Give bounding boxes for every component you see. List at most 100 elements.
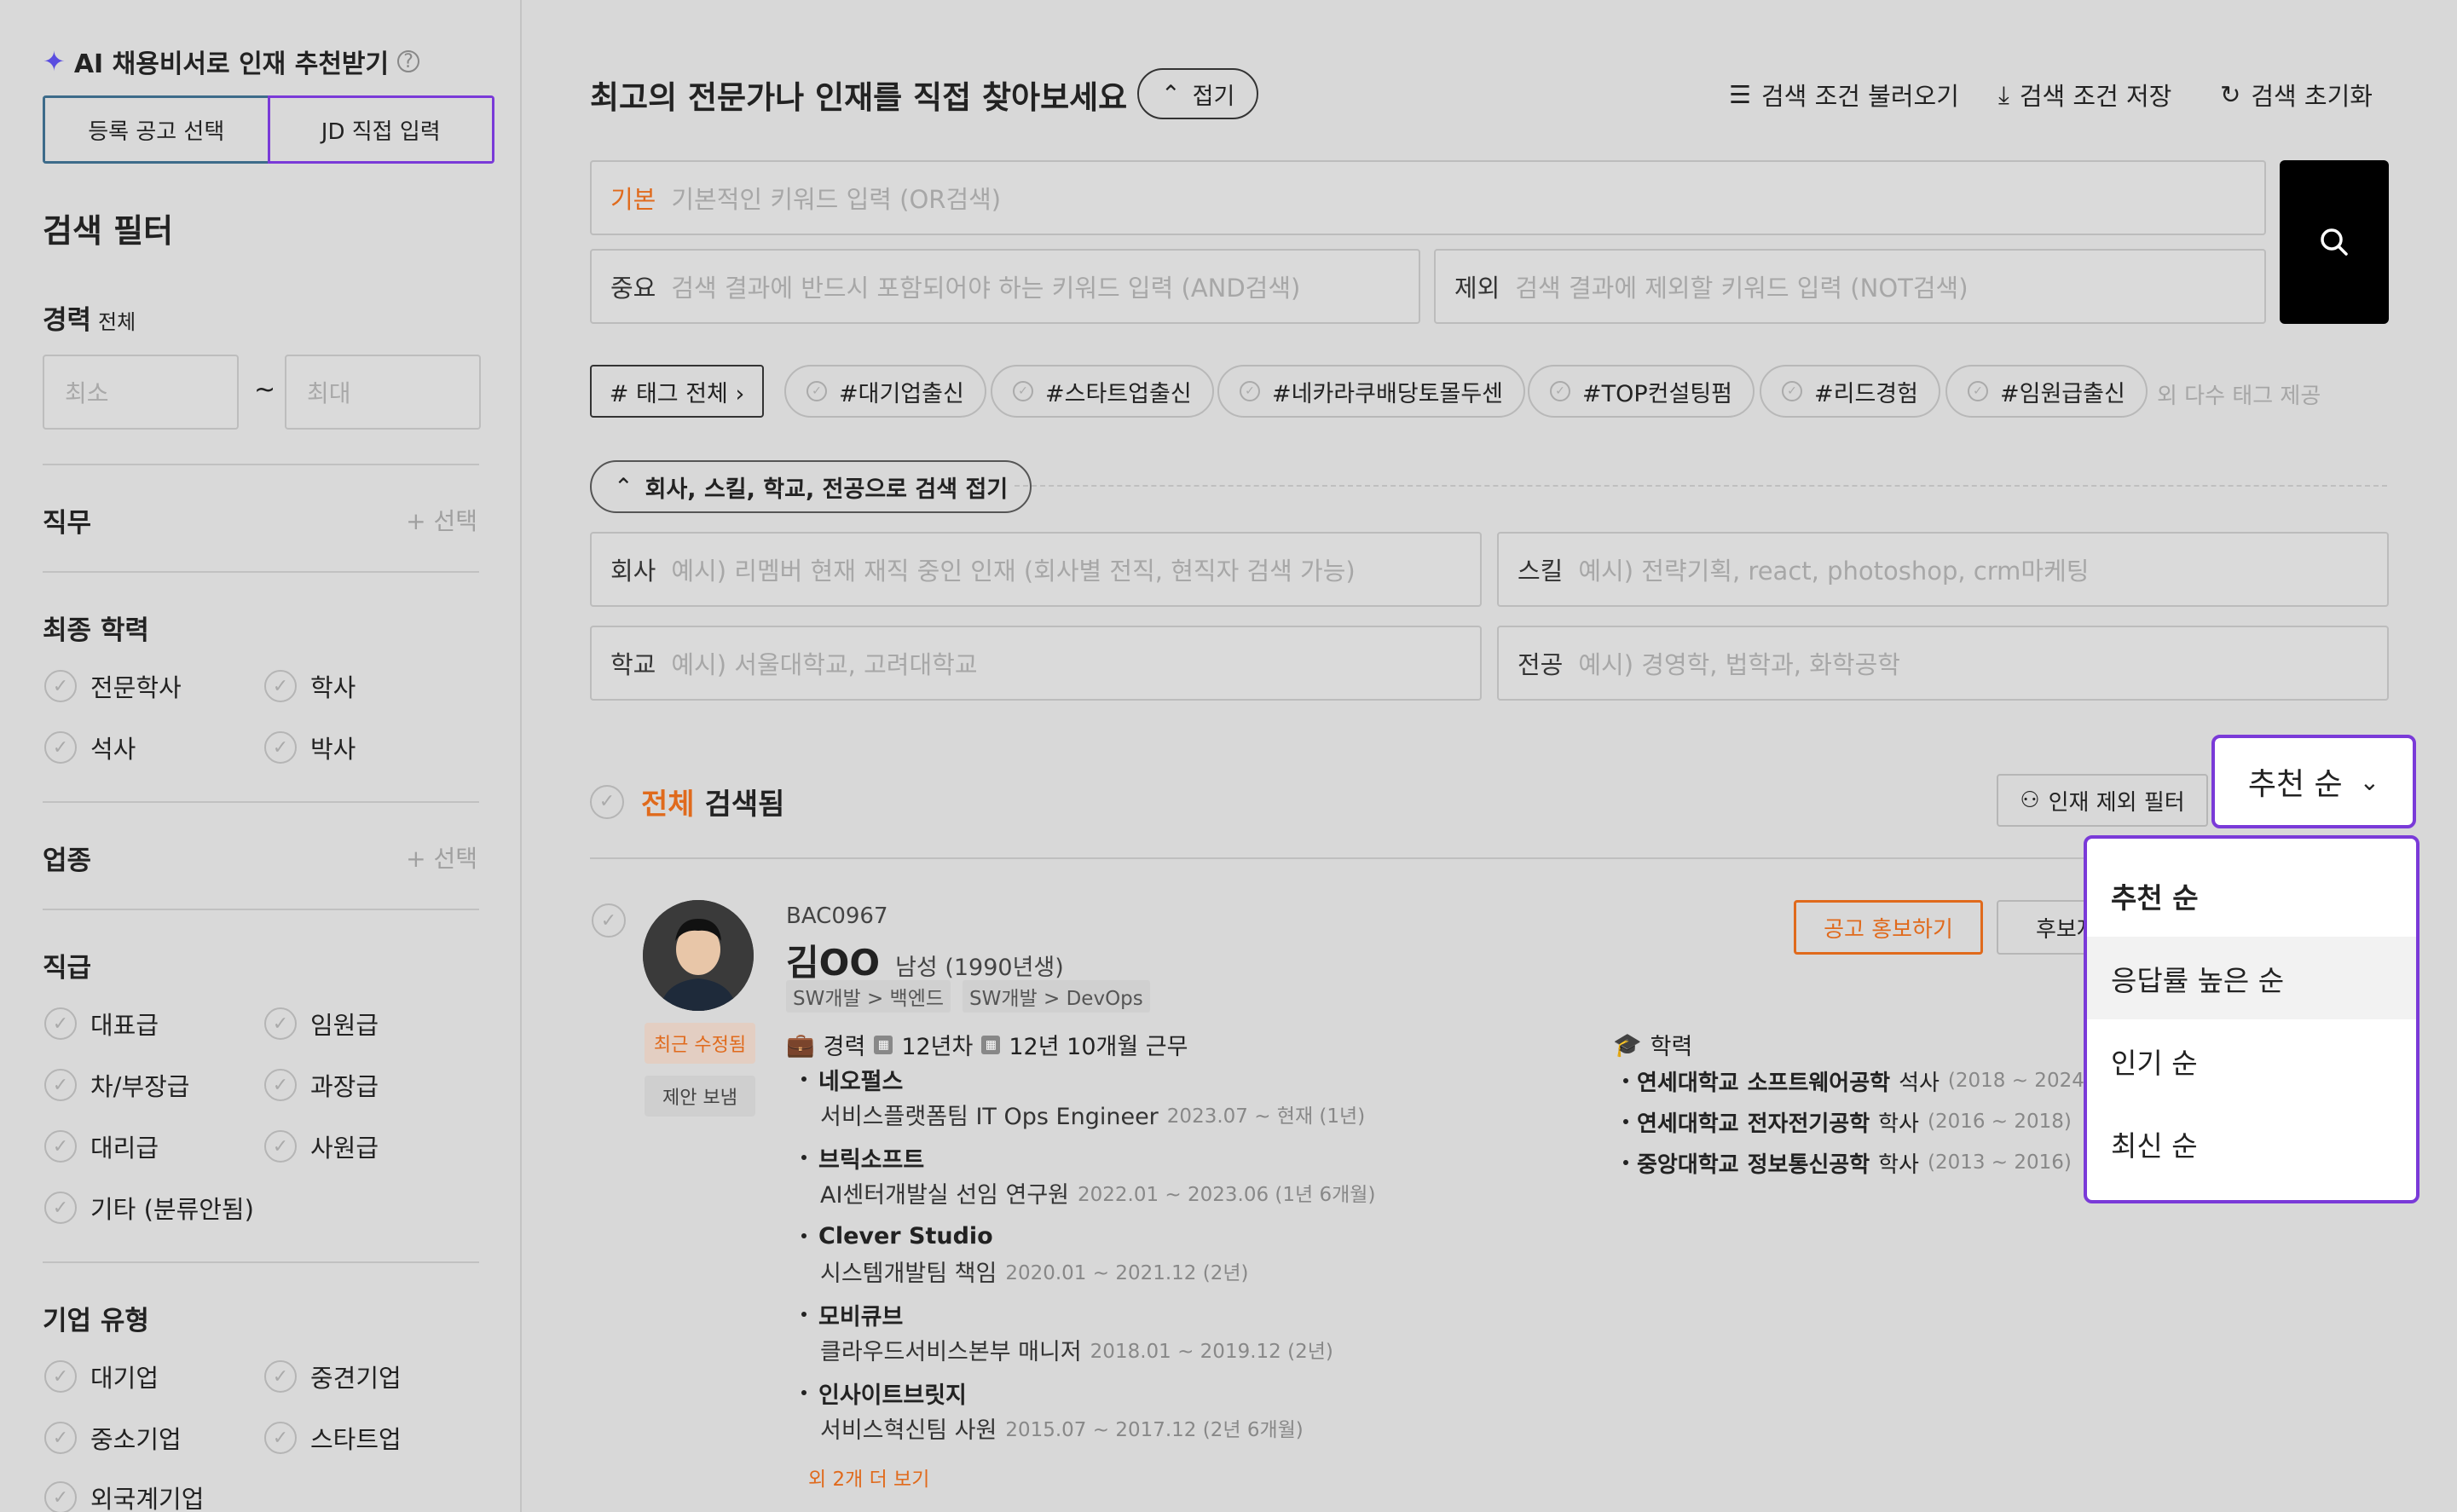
company-type-checkbox[interactable]: ✓ 외국계기업 bbox=[44, 1480, 204, 1512]
check-circle-icon: ✓ bbox=[44, 1360, 77, 1393]
check-circle-icon: ✓ bbox=[44, 731, 77, 764]
fold-button[interactable]: ⌃ 접기 bbox=[1137, 68, 1259, 119]
sort-option-response-rate[interactable]: 응답률 높은 순 bbox=[2087, 937, 2416, 1019]
sidebar: ✦ AI 채용비서로 인재 추천받기 ? 등록 공고 선택 JD 직접 입력 검… bbox=[0, 0, 522, 1512]
download-icon: ⤓ bbox=[1998, 79, 2009, 109]
education-item: 연세대학교 소프트웨어공학 석사 (2018 ~ 2024) bbox=[1623, 1060, 2101, 1101]
divider bbox=[43, 909, 479, 910]
search-button[interactable] bbox=[2280, 160, 2389, 324]
school-search-input[interactable]: 학교 예시) 서울대학교, 고려대학교 bbox=[590, 626, 1482, 701]
offer-sent-badge: 제안 보냄 bbox=[645, 1076, 755, 1117]
basic-search-input[interactable]: 기본 기본적인 키워드 입력 (OR검색) bbox=[590, 160, 2266, 235]
range-separator: ~ bbox=[254, 375, 276, 405]
tag-all-button[interactable]: # 태그 전체 › bbox=[590, 365, 764, 418]
industry-add-button[interactable]: + 선택 bbox=[406, 840, 477, 874]
tag-chip[interactable]: ✓ #네카라쿠배당토몰두센 bbox=[1217, 365, 1526, 418]
check-circle-icon: ✓ bbox=[44, 1069, 77, 1101]
check-circle-icon: ✓ bbox=[44, 670, 77, 702]
reset-search-button[interactable]: ↻ 검색 초기화 bbox=[2220, 77, 2373, 113]
refresh-icon: ↻ bbox=[2220, 80, 2241, 109]
help-icon[interactable]: ? bbox=[397, 50, 420, 72]
search-icon bbox=[2321, 228, 2348, 256]
check-circle-icon: ✓ bbox=[264, 1360, 297, 1393]
sort-option-recommended[interactable]: 추천 순 bbox=[2087, 854, 2416, 937]
candidate-action-button[interactable]: 후보자 bbox=[1997, 900, 2090, 955]
important-search-input[interactable]: 중요 검색 결과에 반드시 포함되어야 하는 키워드 입력 (AND검색) bbox=[590, 249, 1420, 324]
rank-checkbox[interactable]: ✓ 임원급 bbox=[264, 1006, 379, 1042]
ai-recommend-title[interactable]: ✦ AI 채용비서로 인재 추천받기 ? bbox=[43, 43, 420, 80]
rank-checkbox[interactable]: ✓ 사원급 bbox=[264, 1128, 379, 1164]
recent-updated-badge: 최근 수정됨 bbox=[645, 1023, 755, 1064]
rank-checkbox[interactable]: ✓ 차/부장급 bbox=[44, 1067, 190, 1103]
avatar bbox=[643, 900, 754, 1011]
more-tags-text: 외 다수 태그 제공 bbox=[2157, 384, 2321, 409]
sort-dropdown-menu: 추천 순 응답률 높은 순 인기 순 최신 순 bbox=[2084, 835, 2419, 1203]
check-circle-icon: ✓ bbox=[1782, 381, 1802, 401]
divider bbox=[43, 801, 479, 803]
sort-option-latest[interactable]: 최신 순 bbox=[2087, 1102, 2416, 1185]
company-search-input[interactable]: 회사 예시) 리멤버 현재 재직 중인 인재 (회사별 전직, 현직자 검색 가… bbox=[590, 532, 1482, 607]
rank-checkbox[interactable]: ✓ 과장급 bbox=[264, 1067, 379, 1103]
company-type-checkbox[interactable]: ✓ 중소기업 bbox=[44, 1420, 182, 1456]
job-add-button[interactable]: + 선택 bbox=[406, 503, 477, 537]
more-career-link[interactable]: 외 2개 더 보기 bbox=[808, 1463, 929, 1492]
edu-checkbox[interactable]: ✓ 박사 bbox=[264, 730, 356, 765]
divider bbox=[43, 1261, 479, 1263]
tag-chip[interactable]: ✓ #TOP컨설팅펌 bbox=[1528, 365, 1755, 418]
rank-checkbox[interactable]: ✓ 기타 (분류안됨) bbox=[44, 1190, 254, 1226]
tag-chip[interactable]: ✓ #리드경험 bbox=[1760, 365, 1940, 418]
check-circle-icon: ✓ bbox=[806, 381, 827, 401]
candidate-name[interactable]: 김OO 남성 (1990년생) bbox=[786, 934, 1064, 986]
career-item: Clever Studio 시스템개발팀 책임 2020.01 ~ 2021.12… bbox=[801, 1219, 1500, 1289]
career-item: 브릭소프트 AI센터개발실 선임 연구원 2022.01 ~ 2023.06 (1… bbox=[801, 1140, 1500, 1210]
select-posting-button[interactable]: 등록 공고 선택 bbox=[43, 95, 268, 164]
skill-search-input[interactable]: 스킬 예시) 전략기획, react, photoshop, crm마케팅 bbox=[1497, 532, 2389, 607]
check-circle-icon: ✓ bbox=[1240, 381, 1260, 401]
career-label: 경력 전체 bbox=[43, 305, 136, 336]
edu-checkbox[interactable]: ✓ 학사 bbox=[264, 668, 356, 704]
rank-checkbox[interactable]: ✓ 대리급 bbox=[44, 1128, 159, 1164]
company-type-checkbox[interactable]: ✓ 중견기업 bbox=[264, 1359, 402, 1394]
tag-chip[interactable]: ✓ #임원급출신 bbox=[1945, 365, 2148, 418]
job-label: 직무 bbox=[43, 508, 92, 539]
tag-chip[interactable]: ✓ #스타트업출신 bbox=[991, 365, 1214, 418]
load-conditions-button[interactable]: ☰ 검색 조건 불러오기 bbox=[1729, 77, 1959, 113]
career-min-input[interactable]: 최소 bbox=[43, 355, 239, 430]
check-circle-icon: ✓ bbox=[1550, 381, 1570, 401]
company-type-checkbox[interactable]: ✓ 스타트업 bbox=[264, 1420, 402, 1456]
check-circle-icon: ✓ bbox=[44, 1007, 77, 1040]
list-icon: ☰ bbox=[1729, 80, 1751, 109]
rank-checkbox[interactable]: ✓ 대표급 bbox=[44, 1006, 159, 1042]
education-header: 🎓 학력 bbox=[1613, 1031, 1693, 1061]
page-title: 최고의 전문가나 인재를 직접 찾아보세요 bbox=[590, 79, 1128, 116]
candidate-jobs: SW개발 > 백엔드 SW개발 > DevOps bbox=[786, 980, 1150, 1013]
tag-chip[interactable]: ✓ #대기업출신 bbox=[784, 365, 986, 418]
career-item: 네오펄스 서비스플랫폼팀 IT Ops Engineer 2023.07 ~ 현재… bbox=[801, 1062, 1500, 1132]
career-max-input[interactable]: 최대 bbox=[285, 355, 481, 430]
sort-dropdown-button[interactable]: 추천 순 ⌄ bbox=[2211, 735, 2416, 828]
exclude-search-input[interactable]: 제외 검색 결과에 제외할 키워드 입력 (NOT검색) bbox=[1434, 249, 2266, 324]
exclude-filter-button[interactable]: ⚇ 인재 제외 필터 bbox=[1997, 774, 2208, 827]
company-type-label: 기업 유형 bbox=[43, 1306, 149, 1336]
career-list: 네오펄스 서비스플랫폼팀 IT Ops Engineer 2023.07 ~ 현재… bbox=[801, 1062, 1500, 1454]
education-label: 최종 학력 bbox=[43, 615, 149, 646]
check-circle-icon: ✓ bbox=[264, 1130, 297, 1163]
candidate-checkbox[interactable]: ✓ bbox=[592, 903, 626, 938]
save-conditions-button[interactable]: ⤓ 검색 조건 저장 bbox=[1998, 77, 2171, 113]
promote-posting-button[interactable]: 공고 홍보하기 bbox=[1794, 900, 1983, 955]
calendar-icon: ▦ bbox=[981, 1035, 1001, 1054]
check-circle-icon: ✓ bbox=[264, 1069, 297, 1101]
chevron-up-icon: ⌃ bbox=[614, 473, 633, 500]
check-circle-icon: ✓ bbox=[44, 1481, 77, 1512]
select-all-checkbox[interactable]: ✓ bbox=[590, 784, 624, 819]
jd-input-button[interactable]: JD 직접 입력 bbox=[267, 95, 494, 164]
major-search-input[interactable]: 전공 예시) 경영학, 법학과, 화학공학 bbox=[1497, 626, 2389, 701]
career-item: 인사이트브릿지 서비스혁신팀 사원 2015.07 ~ 2017.12 (2년 6… bbox=[801, 1376, 1500, 1446]
check-circle-icon: ✓ bbox=[264, 731, 297, 764]
company-type-checkbox[interactable]: ✓ 대기업 bbox=[44, 1359, 159, 1394]
edu-checkbox[interactable]: ✓ 석사 bbox=[44, 730, 136, 765]
detail-collapse-button[interactable]: ⌃ 회사, 스킬, 학교, 전공으로 검색 접기 bbox=[590, 460, 1032, 513]
edu-checkbox[interactable]: ✓ 전문학사 bbox=[44, 668, 182, 704]
chevron-up-icon: ⌃ bbox=[1161, 80, 1181, 107]
sort-option-popular[interactable]: 인기 순 bbox=[2087, 1019, 2416, 1102]
